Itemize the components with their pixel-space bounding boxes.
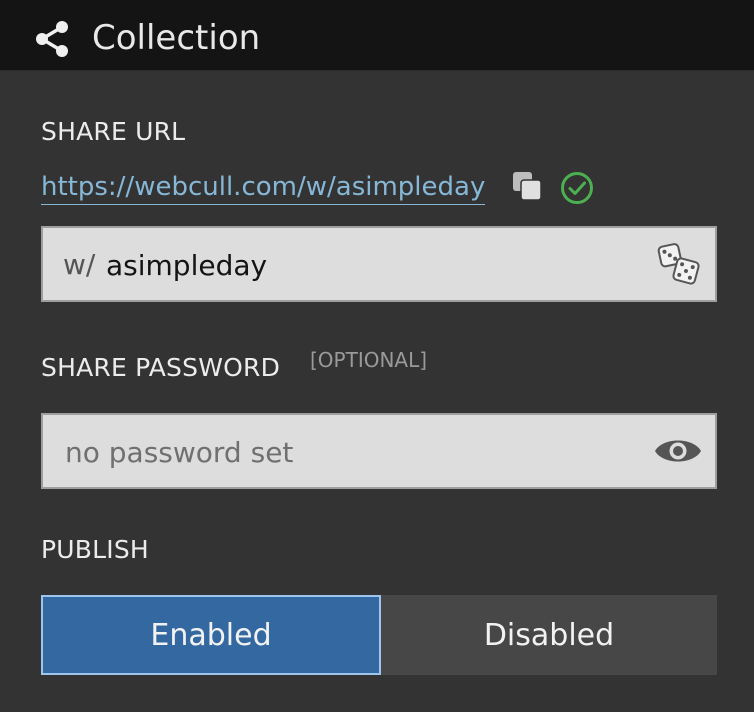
share-url-field: w/: [41, 226, 717, 302]
share-icon[interactable]: [33, 20, 71, 58]
publish-toggle: Enabled Disabled: [41, 595, 717, 675]
share-password-input[interactable]: [65, 433, 645, 471]
url-prefix: w/: [63, 248, 96, 281]
share-url-link[interactable]: https://webcull.com/w/asimpleday: [41, 170, 486, 205]
page-title: Collection: [92, 18, 261, 58]
publish-disabled-button[interactable]: Disabled: [381, 595, 717, 675]
share-url-label: SHARE URL: [41, 117, 186, 146]
share-password-label: SHARE PASSWORD: [41, 353, 281, 382]
eye-icon[interactable]: [653, 433, 703, 469]
publish-label: PUBLISH: [41, 535, 149, 564]
publish-enabled-button[interactable]: Enabled: [41, 595, 381, 675]
check-circle-icon: [561, 172, 593, 204]
share-url-input[interactable]: [106, 246, 626, 284]
header-bar: Collection: [0, 0, 754, 71]
share-password-field: [41, 413, 717, 489]
dice-icon[interactable]: [657, 242, 701, 286]
optional-tag: [OPTIONAL]: [310, 348, 428, 372]
copy-icon[interactable]: [511, 170, 543, 202]
